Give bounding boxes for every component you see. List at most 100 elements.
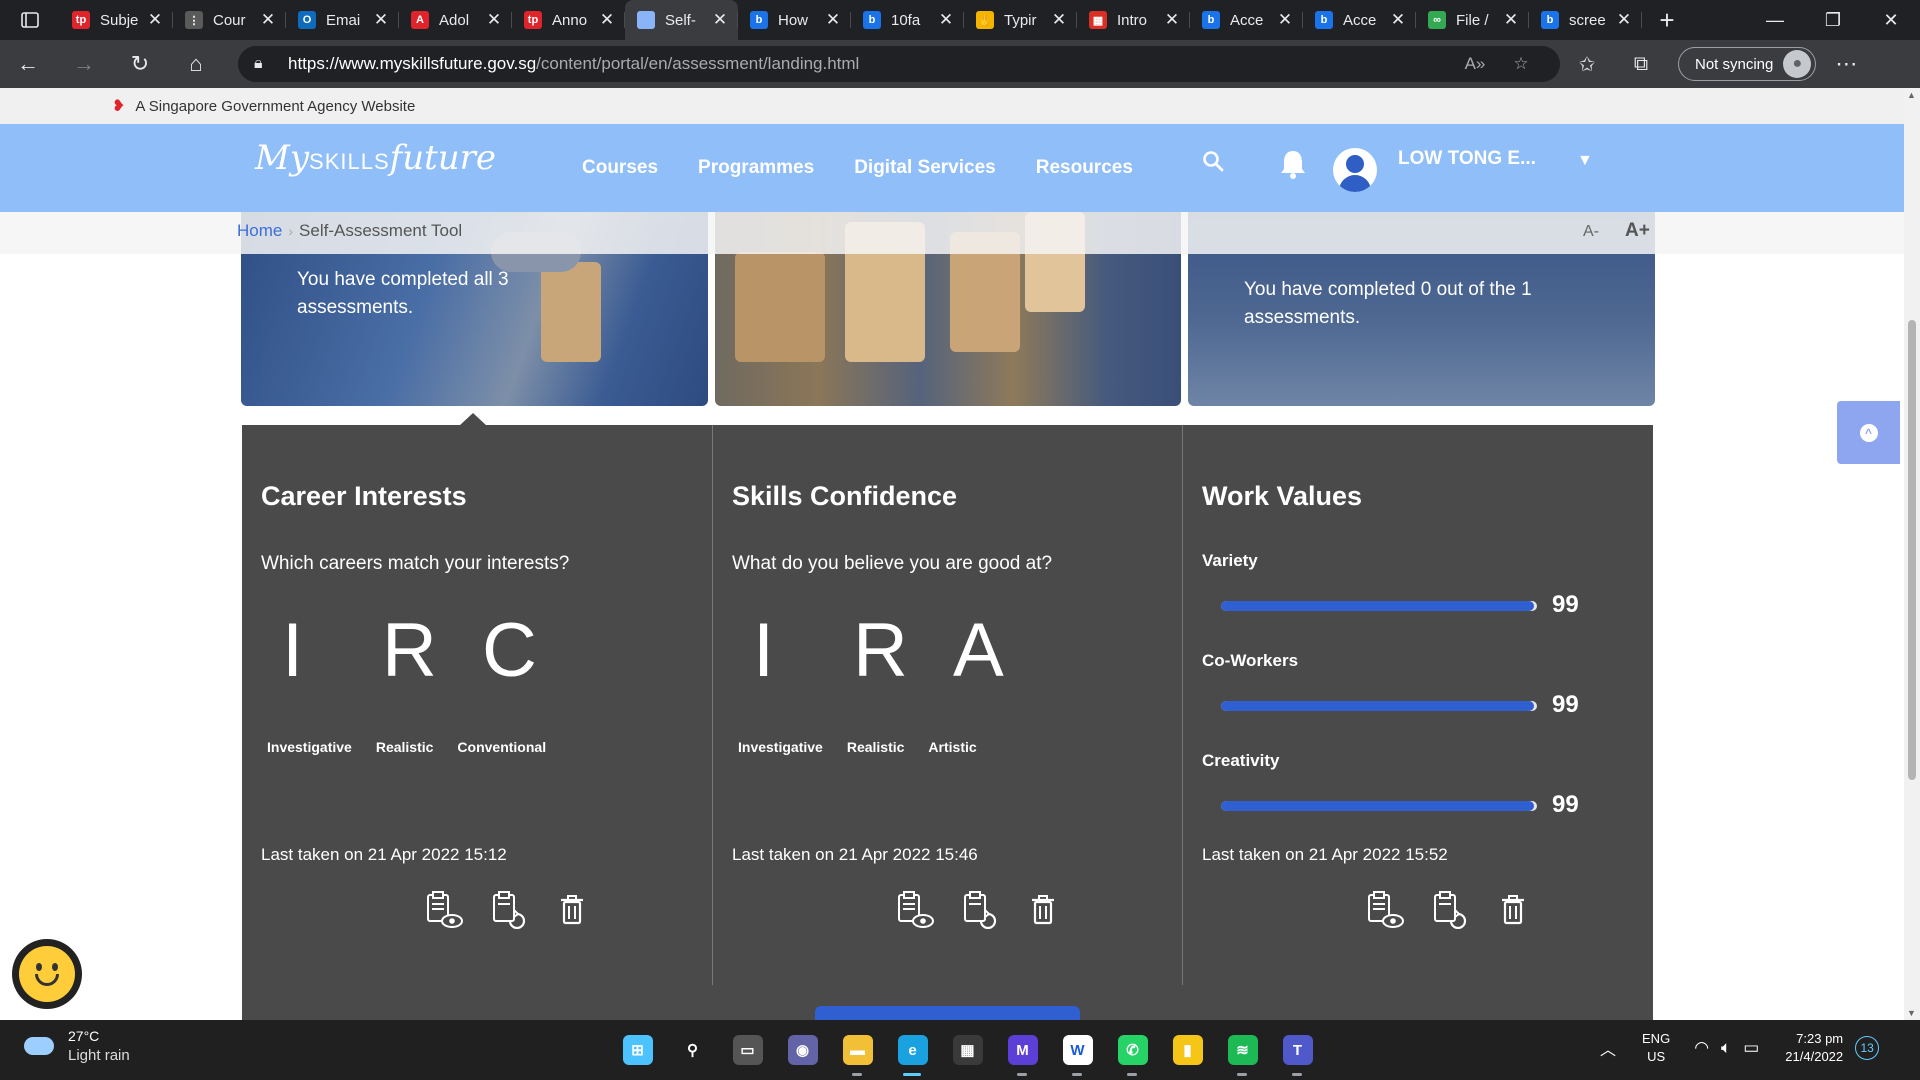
- close-tab-icon[interactable]: ✕: [1388, 10, 1408, 30]
- favorites-icon[interactable]: ✩: [1560, 52, 1614, 77]
- browser-tab[interactable]: ✋ Typir ✕: [964, 0, 1077, 40]
- add-favorite-icon[interactable]: ☆: [1498, 54, 1544, 74]
- browser-tab[interactable]: ∞ File / ✕: [1416, 0, 1529, 40]
- close-tab-icon[interactable]: ✕: [823, 10, 843, 30]
- edge-icon[interactable]: e: [885, 1028, 940, 1076]
- back-button[interactable]: ←: [0, 40, 56, 88]
- close-tab-icon[interactable]: ✕: [1049, 10, 1069, 30]
- volume-icon[interactable]: 🔈︎: [1721, 1038, 1731, 1058]
- url-field[interactable]: 🔒︎ https://www.myskillsfuture.gov.sg/con…: [238, 46, 1560, 82]
- browser-tab[interactable]: b Acce ✕: [1190, 0, 1303, 40]
- file-explorer-icon[interactable]: ▬: [830, 1028, 885, 1076]
- scroll-to-top-button[interactable]: ^: [1837, 401, 1900, 464]
- tp-icon: tp: [524, 11, 542, 29]
- minimize-button[interactable]: —: [1746, 10, 1804, 31]
- nav-courses[interactable]: Courses: [582, 157, 658, 179]
- refresh-button[interactable]: ↻: [112, 40, 168, 88]
- user-avatar-icon[interactable]: [1333, 148, 1377, 192]
- lock-icon[interactable]: 🔒︎: [254, 55, 288, 73]
- vertical-scrollbar[interactable]: ▲ ▼: [1904, 88, 1920, 1020]
- close-tab-icon[interactable]: ✕: [371, 10, 391, 30]
- retake-icon[interactable]: [947, 890, 1011, 930]
- close-tab-icon[interactable]: ✕: [484, 10, 504, 30]
- chatbot-button[interactable]: [12, 939, 82, 1009]
- teams-icon[interactable]: T: [1270, 1028, 1325, 1076]
- myskillsfuture-logo[interactable]: MySKILLSfuture: [255, 138, 496, 178]
- scroll-down-arrow-icon[interactable]: ▼: [1907, 1008, 1916, 1018]
- task-view-icon-glyph: ▭: [732, 1035, 763, 1065]
- browser-tab[interactable]: O Emai ✕: [286, 0, 399, 40]
- vscode-insiders-icon[interactable]: M: [995, 1028, 1050, 1076]
- delete-icon[interactable]: [540, 890, 604, 930]
- partial-blue-button[interactable]: [815, 1006, 1080, 1020]
- more-options-icon[interactable]: ⋯: [1816, 51, 1876, 77]
- browser-tab[interactable]: b Acce ✕: [1303, 0, 1416, 40]
- breadcrumb-home[interactable]: Home: [237, 221, 282, 240]
- font-decrease-button[interactable]: A-: [1583, 223, 1599, 240]
- search-icon[interactable]: [1202, 150, 1224, 179]
- clock[interactable]: 7:23 pm 21/4/2022: [1785, 1030, 1843, 1066]
- browser-tab[interactable]: tp Subje ✕: [60, 0, 173, 40]
- browser-tab[interactable]: Self- ✕: [625, 0, 738, 40]
- close-tab-icon[interactable]: ✕: [936, 10, 956, 30]
- browser-tab[interactable]: b scree ✕: [1529, 0, 1642, 40]
- close-tab-icon[interactable]: ✕: [258, 10, 278, 30]
- view-results-icon[interactable]: [883, 890, 947, 930]
- browser-tab[interactable]: ⋮ Cour ✕: [173, 0, 286, 40]
- store-icon[interactable]: ▦: [940, 1028, 995, 1072]
- collections-icon[interactable]: ⧉: [1614, 53, 1668, 76]
- teams-chat-icon[interactable]: ◉: [775, 1028, 830, 1072]
- close-tab-icon[interactable]: ✕: [710, 10, 730, 30]
- close-tab-icon[interactable]: ✕: [1501, 10, 1521, 30]
- battery-icon[interactable]: ▭: [1743, 1038, 1759, 1058]
- word-icon[interactable]: W: [1050, 1028, 1105, 1076]
- scroll-up-arrow-icon[interactable]: ▲: [1907, 90, 1916, 100]
- nav-digital-services[interactable]: Digital Services: [854, 157, 996, 179]
- close-tab-icon[interactable]: ✕: [597, 10, 617, 30]
- browser-tab[interactable]: A Adol ✕: [399, 0, 512, 40]
- tab-actions-icon[interactable]: [0, 0, 60, 40]
- close-window-button[interactable]: ✕: [1862, 10, 1920, 31]
- retake-icon[interactable]: [1417, 890, 1481, 930]
- close-tab-icon[interactable]: ✕: [1614, 10, 1634, 30]
- user-name[interactable]: LOW TONG E...: [1398, 148, 1536, 170]
- close-tab-icon[interactable]: ✕: [1162, 10, 1182, 30]
- notification-badge[interactable]: 13: [1855, 1036, 1880, 1060]
- career-letter-2: R: [382, 608, 437, 693]
- chevron-up-icon[interactable]: ︿: [1600, 1036, 1616, 1060]
- browser-tab[interactable]: b 10fa ✕: [851, 0, 964, 40]
- delete-icon[interactable]: [1481, 890, 1545, 930]
- profile-sync-button[interactable]: Not syncing ●: [1678, 47, 1817, 81]
- restore-button[interactable]: ❐: [1804, 10, 1862, 31]
- chevron-down-icon[interactable]: ▼: [1577, 152, 1593, 170]
- home-button[interactable]: ⌂: [168, 40, 224, 88]
- view-results-icon[interactable]: [1353, 890, 1417, 930]
- view-results-icon[interactable]: [412, 890, 476, 930]
- scrollbar-thumb[interactable]: [1908, 320, 1916, 780]
- wifi-icon[interactable]: ◠: [1694, 1038, 1709, 1058]
- delete-icon[interactable]: [1011, 890, 1075, 930]
- browser-tab[interactable]: b How ✕: [738, 0, 851, 40]
- bell-icon[interactable]: [1278, 148, 1308, 187]
- weather-widget[interactable]: 27°C Light rain: [24, 1028, 130, 1064]
- language-indicator[interactable]: ENG US: [1642, 1030, 1670, 1066]
- browser-tab[interactable]: ▦ Intro ✕: [1077, 0, 1190, 40]
- retake-icon[interactable]: [476, 890, 540, 930]
- read-aloud-icon[interactable]: A»: [1452, 54, 1498, 74]
- whatsapp-icon[interactable]: ✆: [1105, 1028, 1160, 1076]
- task-view-icon[interactable]: ▭: [720, 1028, 775, 1072]
- search-icon[interactable]: ⚲: [665, 1028, 720, 1072]
- browser-tab[interactable]: tp Anno ✕: [512, 0, 625, 40]
- forward-button[interactable]: →: [56, 40, 112, 88]
- tab-title: Subje: [100, 11, 139, 29]
- nav-resources[interactable]: Resources: [1036, 157, 1133, 179]
- hero-completed-text: You have completed all 3 assessments.: [297, 269, 509, 318]
- spotify-icon[interactable]: ≋: [1215, 1028, 1270, 1076]
- nav-programmes[interactable]: Programmes: [698, 157, 814, 179]
- close-tab-icon[interactable]: ✕: [1275, 10, 1295, 30]
- close-tab-icon[interactable]: ✕: [145, 10, 165, 30]
- new-tab-button[interactable]: +: [1642, 5, 1692, 36]
- font-increase-button[interactable]: A+: [1625, 220, 1650, 241]
- start-icon[interactable]: ⊞: [610, 1028, 665, 1072]
- sticky-icon[interactable]: ▮: [1160, 1028, 1215, 1072]
